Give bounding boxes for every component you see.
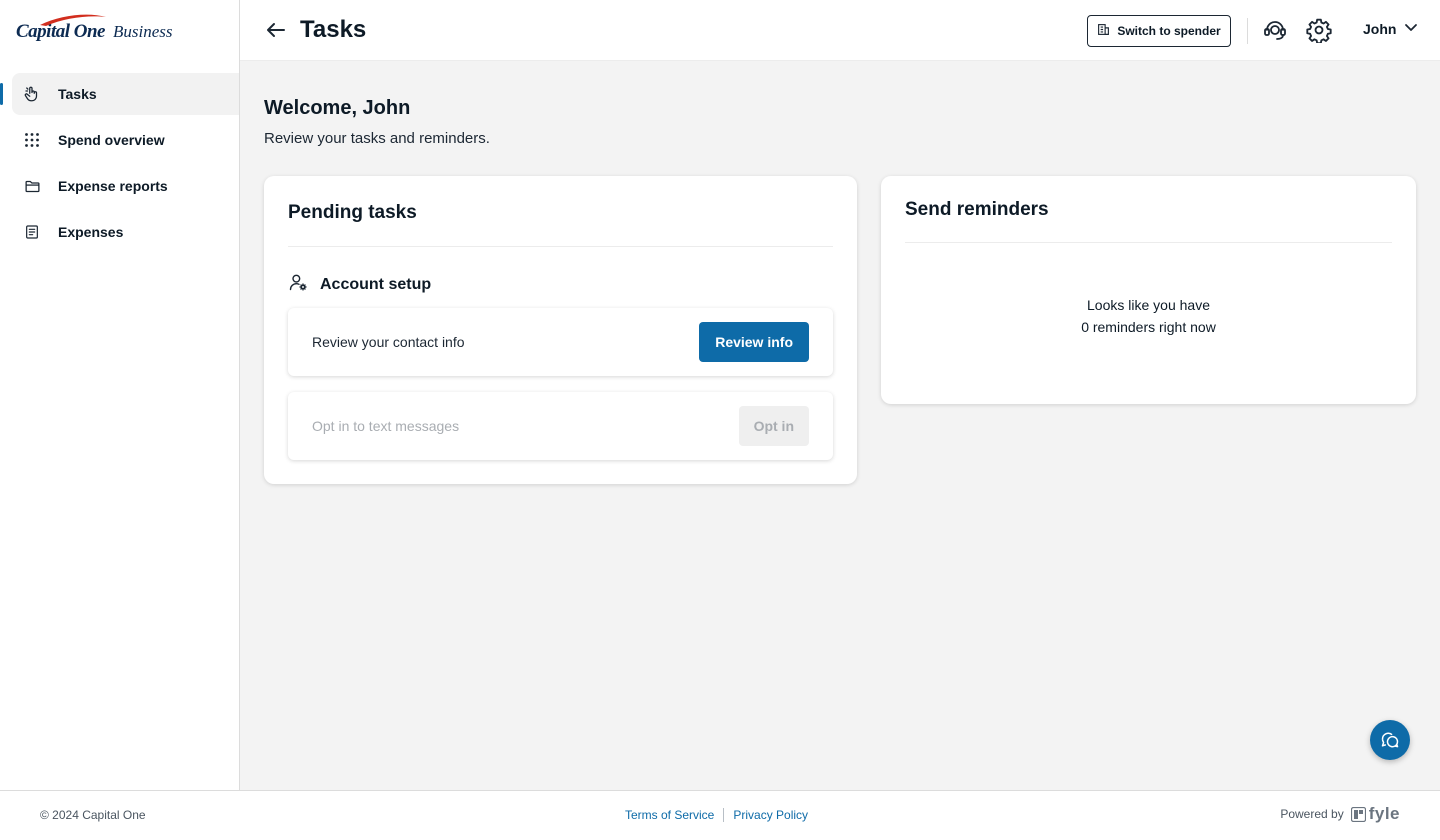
user-menu[interactable]: John	[1363, 20, 1418, 37]
grid-dots-icon	[22, 130, 42, 150]
send-reminders-card: Send reminders Looks like you have 0 rem…	[881, 176, 1416, 404]
empty-line-2: 0 reminders right now	[1081, 319, 1216, 335]
powered-by: Powered by fyle	[1280, 804, 1400, 824]
card-divider	[288, 246, 833, 247]
send-reminders-title: Send reminders	[905, 199, 1049, 220]
sidebar-item-label: Spend overview	[58, 132, 165, 148]
sidebar-item-label: Tasks	[58, 86, 97, 102]
sidebar-item-expense-reports[interactable]: Expense reports	[12, 165, 239, 207]
task-label: Review your contact info	[312, 334, 465, 350]
logo-product: Business	[112, 22, 173, 41]
sidebar-item-tasks[interactable]: Tasks	[0, 73, 239, 115]
welcome-heading: Welcome, John	[264, 97, 411, 119]
sidebar-item-label: Expenses	[58, 224, 124, 240]
receipt-icon	[22, 222, 42, 242]
gear-icon[interactable]	[1306, 17, 1332, 45]
chat-bubbles-icon[interactable]	[1370, 720, 1410, 760]
building-icon	[1097, 23, 1110, 39]
support-headset-icon[interactable]	[1262, 17, 1288, 43]
opt-in-button: Opt in	[738, 406, 809, 446]
logo-brand: Capital One	[16, 14, 106, 43]
user-name: John	[1363, 20, 1397, 37]
main-content: Welcome, John Review your tasks and remi…	[240, 61, 1440, 790]
sidebar-nav: Tasks Spend overview Expense reports Exp…	[0, 73, 239, 257]
copyright: © 2024 Capital One	[40, 808, 146, 822]
sidebar: Capital One Business Tasks Spend overvie…	[0, 0, 240, 790]
empty-line-1: Looks like you have	[1087, 297, 1210, 313]
sidebar-item-label: Expense reports	[58, 178, 168, 194]
sidebar-item-expenses[interactable]: Expenses	[12, 211, 239, 253]
footer: © 2024 Capital One Terms of Service Priv…	[0, 790, 1440, 840]
account-setup-heading: Account setup	[288, 272, 431, 297]
logo-swoosh-icon	[40, 14, 106, 26]
terms-of-service-link[interactable]: Terms of Service	[625, 808, 714, 822]
hand-pointer-icon	[22, 84, 42, 104]
back-arrow-icon[interactable]	[264, 18, 288, 42]
switch-to-spender-label: Switch to spender	[1117, 24, 1221, 38]
sidebar-item-spend-overview[interactable]: Spend overview	[12, 119, 239, 161]
reminders-empty-state: Looks like you have 0 reminders right no…	[881, 294, 1416, 338]
chevron-down-icon	[1404, 20, 1418, 37]
review-info-button[interactable]: Review info	[699, 322, 809, 362]
card-divider	[905, 242, 1392, 243]
pending-tasks-card: Pending tasks Account setup Review your …	[264, 176, 857, 484]
task-row-text-messages: Opt in to text messages Opt in	[288, 392, 833, 460]
pending-tasks-title: Pending tasks	[288, 202, 417, 223]
header-divider	[1247, 18, 1248, 44]
fyle-logo-text: fyle	[1368, 804, 1400, 823]
fyle-logo-icon	[1350, 806, 1366, 822]
footer-link-divider	[723, 808, 725, 822]
switch-to-spender-button[interactable]: Switch to spender	[1087, 15, 1231, 47]
welcome-subtitle: Review your tasks and reminders.	[264, 130, 490, 147]
powered-by-label: Powered by	[1280, 807, 1344, 821]
page-title: Tasks	[300, 16, 367, 43]
task-row-contact-info: Review your contact info Review info	[288, 308, 833, 376]
user-gear-icon	[288, 272, 308, 297]
footer-links: Terms of Service Privacy Policy	[625, 808, 808, 822]
top-header: Tasks Switch to spender John	[240, 0, 1440, 61]
capital-one-business-logo[interactable]: Capital One Business	[16, 14, 172, 50]
fyle-logo: fyle	[1350, 804, 1400, 824]
task-label: Opt in to text messages	[312, 418, 460, 434]
folder-icon	[22, 176, 42, 196]
privacy-policy-link[interactable]: Privacy Policy	[733, 808, 808, 822]
account-setup-label: Account setup	[320, 275, 432, 293]
